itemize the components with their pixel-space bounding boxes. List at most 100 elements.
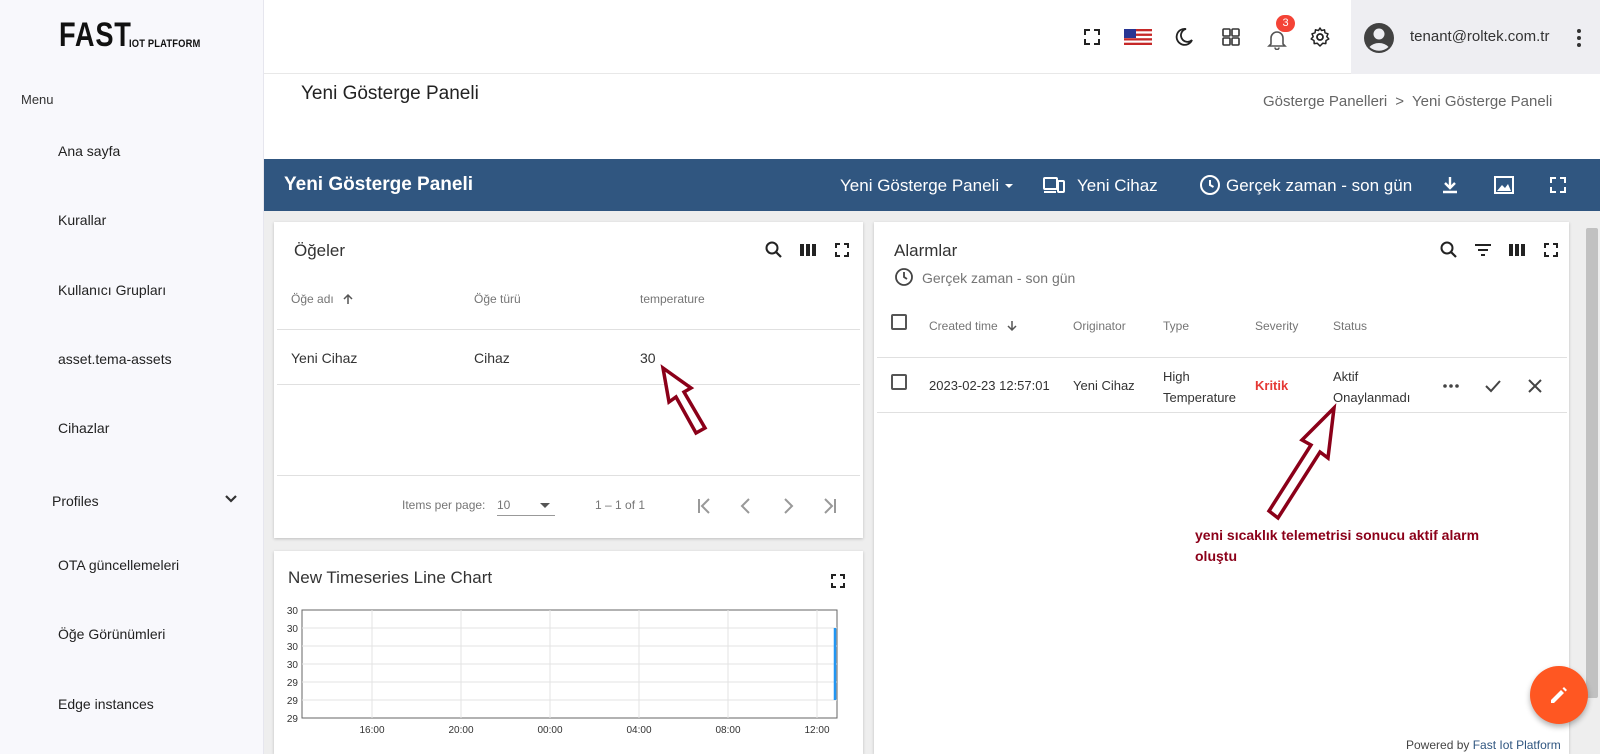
filter-icon[interactable]	[1473, 240, 1493, 260]
sidebar-item-devices[interactable]: Cihazlar	[58, 420, 109, 436]
next-page-icon[interactable]	[778, 496, 798, 516]
timewindow-select[interactable]: Gerçek zaman - son gün	[1226, 176, 1412, 196]
edit-pencil-icon	[1551, 687, 1567, 703]
cell-entity-name[interactable]: Yeni Cihaz	[291, 350, 357, 366]
more-horiz-icon[interactable]	[1441, 376, 1461, 396]
more-vert-icon[interactable]	[1576, 27, 1582, 49]
caret-down-icon	[540, 503, 550, 508]
annotation-text: yeni sıcaklık telemetrisi sonucu aktif a…	[1195, 527, 1480, 564]
fullscreen-icon[interactable]	[832, 240, 852, 260]
column-header-type[interactable]: Öğe türü	[474, 292, 521, 306]
fullscreen-icon[interactable]	[1546, 173, 1570, 197]
y-tick-label: 30	[287, 624, 299, 635]
powered-by: Powered by Fast Iot Platform	[1406, 738, 1561, 752]
logo[interactable]: FAST IOT PLATFORM	[59, 18, 213, 52]
dashboard-toolbar: Yeni Gösterge Paneli Yeni Gösterge Panel…	[264, 159, 1600, 211]
platform-link[interactable]: Fast Iot Platform	[1473, 738, 1561, 752]
language-flag-icon[interactable]	[1124, 26, 1152, 48]
sidebar-item-rules[interactable]: Kurallar	[58, 212, 106, 228]
cell-alarm-type[interactable]: High Temperature	[1163, 366, 1236, 408]
cell-severity[interactable]: Kritik	[1255, 378, 1288, 393]
search-icon[interactable]	[764, 240, 784, 260]
chevron-down-icon[interactable]	[224, 492, 238, 506]
cell-created-time[interactable]: 2023-02-23 12:57:01	[929, 378, 1050, 393]
image-export-icon[interactable]	[1492, 173, 1516, 197]
previous-page-icon[interactable]	[736, 496, 756, 516]
y-tick-label: 29	[287, 678, 299, 689]
cell-entity-type[interactable]: Cihaz	[474, 350, 510, 366]
sidebar: FAST IOT PLATFORM Menu Ana sayfa Kuralla…	[0, 0, 264, 754]
logo-text: FAST	[59, 16, 132, 54]
x-tick-label: 16:00	[359, 725, 384, 736]
x-tick-label: 08:00	[715, 725, 740, 736]
last-page-icon[interactable]	[820, 496, 840, 516]
fullscreen-icon[interactable]	[1541, 240, 1561, 260]
select-all-checkbox[interactable]	[891, 314, 907, 330]
clear-close-icon[interactable]	[1525, 376, 1545, 396]
row-checkbox[interactable]	[891, 374, 907, 390]
sort-arrow-down-icon	[1007, 321, 1017, 332]
scrollbar[interactable]	[1586, 228, 1598, 698]
annotation-arrow-icon	[1266, 403, 1337, 521]
settings-gear-icon[interactable]	[1309, 26, 1331, 48]
dashboard-select-label: Yeni Gösterge Paneli	[840, 176, 1000, 195]
divider	[277, 384, 860, 385]
column-header-status[interactable]: Status	[1333, 319, 1367, 333]
entity-alias-select[interactable]: Yeni Cihaz	[1077, 176, 1158, 196]
y-tick-label: 29	[287, 714, 299, 725]
entities-widget: Öğeler Öğe adı Öğe türü temperature Yeni…	[274, 222, 863, 538]
column-header-type[interactable]: Type	[1163, 319, 1189, 333]
x-tick-label: 00:00	[537, 725, 562, 736]
sidebar-item-profiles[interactable]: Profiles	[52, 493, 99, 509]
cell-originator[interactable]: Yeni Cihaz	[1073, 378, 1135, 393]
logo-subtext: IOT PLATFORM	[129, 38, 201, 50]
account-avatar-icon[interactable]	[1363, 22, 1395, 54]
column-header-temperature[interactable]: temperature	[640, 292, 705, 306]
search-icon[interactable]	[1439, 240, 1459, 260]
page-size-value: 10	[497, 498, 511, 512]
y-tick-label: 30	[287, 606, 299, 617]
sidebar-item-assets[interactable]: asset.tema-assets	[58, 351, 172, 367]
notification-badge: 3	[1276, 15, 1295, 32]
column-header-originator[interactable]: Originator	[1073, 319, 1126, 333]
x-tick-label: 12:00	[804, 725, 829, 736]
menu-caption: Menu	[21, 92, 54, 107]
edit-fab-button[interactable]	[1530, 666, 1588, 724]
pagination-range: 1 – 1 of 1	[595, 498, 646, 512]
columns-icon[interactable]	[798, 240, 818, 260]
dashboard-title: Yeni Gösterge Paneli	[284, 174, 474, 195]
column-header-name[interactable]: Öğe adı	[291, 292, 355, 306]
devices-icon	[1043, 177, 1065, 193]
sidebar-item-user-groups[interactable]: Kullanıcı Grupları	[58, 282, 166, 298]
breadcrumb-dashboards[interactable]: Gösterge Panelleri	[1263, 93, 1387, 110]
sidebar-item-home[interactable]: Ana sayfa	[58, 143, 120, 159]
divider	[877, 357, 1567, 358]
page-size-select[interactable]: 10	[497, 494, 555, 516]
widget-title: Öğeler	[294, 241, 346, 260]
page-title: Yeni Gösterge Paneli	[301, 83, 479, 104]
dashboard-select[interactable]: Yeni Gösterge Paneli	[840, 176, 1015, 196]
items-per-page-label: Items per page:	[402, 498, 486, 512]
sidebar-item-ota[interactable]: OTA güncellemeleri	[58, 557, 179, 573]
sidebar-item-entity-views[interactable]: Öğe Görünümleri	[58, 626, 165, 642]
acknowledge-check-icon[interactable]	[1483, 376, 1503, 396]
fullscreen-icon[interactable]	[1081, 26, 1103, 48]
sidebar-item-edge[interactable]: Edge instances	[58, 696, 154, 712]
column-header-severity[interactable]: Severity	[1255, 319, 1298, 333]
columns-icon[interactable]	[1507, 240, 1527, 260]
fullscreen-icon[interactable]	[828, 571, 848, 591]
cell-temperature[interactable]: 30	[640, 350, 656, 366]
annotation-arrow-icon	[660, 364, 708, 436]
download-icon[interactable]	[1438, 173, 1462, 197]
widget-title: Alarmlar	[894, 241, 958, 260]
breadcrumb: Gösterge Panelleri > Yeni Gösterge Paneli	[1263, 93, 1552, 110]
line-chart[interactable]: 30 30 30 30 29 29 29 16:00 20:00 00:00 04:00 08:00 1…	[274, 606, 863, 754]
x-tick-label: 20:00	[448, 725, 473, 736]
column-header-created-time[interactable]: Created time	[929, 319, 1019, 333]
apps-grid-icon[interactable]	[1220, 26, 1242, 48]
first-page-icon[interactable]	[694, 496, 714, 516]
user-email[interactable]: tenant@roltek.com.tr	[1410, 28, 1549, 45]
alarms-timewindow[interactable]: Gerçek zaman - son gün	[922, 270, 1075, 286]
dark-mode-icon[interactable]	[1173, 26, 1195, 48]
cell-status[interactable]: Aktif Onaylanmadı	[1333, 366, 1410, 408]
